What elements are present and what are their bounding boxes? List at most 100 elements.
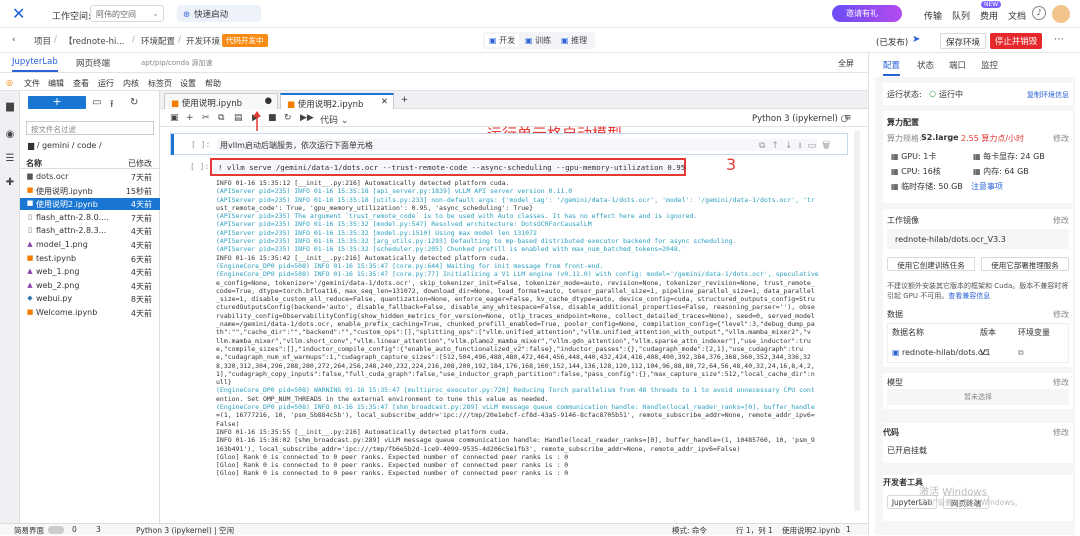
file-row[interactable]: ■ test.ipynb 6天前 (20, 253, 160, 265)
dataset-name[interactable]: rednote-hilab/dots.oc (902, 348, 987, 357)
output-line: e,"cudagraph_num_of_warmups":1,"cudagrap… (216, 353, 811, 362)
file-row[interactable]: ▲ web_1.png 4天前 (20, 266, 160, 278)
tab-status[interactable]: 状态 (917, 59, 934, 71)
tab-config[interactable]: 配置 (883, 59, 901, 76)
menu-edit[interactable]: 编辑 (48, 78, 64, 89)
deploy-infer-button[interactable]: 使用它部署推理服务 (981, 257, 1069, 271)
nav-queue[interactable]: 队列 (952, 9, 970, 22)
mem-info-label: 内存: 64 GB (983, 167, 1029, 176)
fullscreen-button[interactable]: 全屏 (838, 58, 854, 69)
cursor-position[interactable]: 行 1，列 1 (736, 525, 773, 536)
menu-settings[interactable]: 设置 (180, 78, 196, 89)
mirror-link[interactable]: apt/pip/conda 源加速 (141, 58, 213, 68)
nav-billing[interactable]: 费用 (980, 9, 998, 22)
infer-icon: ▣ (561, 36, 569, 45)
crumb-project[interactable]: 项目 (34, 35, 51, 47)
cpu-info-label: CPU: 16核 (901, 167, 941, 176)
new-folder-icon[interactable]: ▭ (92, 97, 101, 108)
crumb-rednote[interactable]: 【rednote-hi... (64, 35, 125, 47)
crumb-env-config[interactable]: 环境配置 (141, 35, 175, 47)
mode-train[interactable]: ▣ 训练 (521, 34, 555, 47)
upload-icon[interactable]: ⭱ (110, 97, 114, 114)
notification-count[interactable]: 1 (846, 525, 851, 534)
file-row[interactable]: ▲ model_1.png 4天前 (20, 239, 160, 251)
menu-help[interactable]: 帮助 (205, 78, 221, 89)
app-logo-icon[interactable]: ✕ (12, 6, 30, 22)
cell-source[interactable]: 用vllm启动后端服务，依次运行下面单元格 (217, 139, 817, 151)
kernel-status[interactable]: Python 3 (ipykernel) | 空闲 (136, 525, 234, 536)
menu-kernel[interactable]: 内核 (123, 78, 139, 89)
commands-icon[interactable]: ☰ (4, 153, 16, 165)
menu-file[interactable]: 文件 (24, 78, 40, 89)
tab-ports[interactable]: 端口 (949, 59, 966, 71)
running-icon[interactable]: ◉ (4, 129, 16, 141)
nav-docs[interactable]: 文档 (1008, 9, 1026, 22)
file-row[interactable]: ■ 使用说明2.ipynb 4天前 (20, 198, 160, 211)
mode-dev[interactable]: ▣ 开发 (485, 34, 520, 47)
back-icon[interactable]: ‹ (12, 35, 15, 45)
file-row[interactable]: ▯ flash_attn-2.8.3... 4天前 (20, 225, 160, 237)
menu-view[interactable]: 查看 (73, 78, 89, 89)
modify-compute-link[interactable]: 修改 (1053, 133, 1069, 144)
compat-info-link[interactable]: 查看兼容信息 (948, 292, 990, 300)
tab-web-terminal[interactable]: 网页终端 (76, 57, 110, 69)
copy-icon[interactable]: ⧉ (1018, 348, 1024, 358)
image-icon: ▲ (27, 240, 33, 248)
new-launcher-button[interactable]: + (28, 96, 86, 109)
terminals-count[interactable]: 0 (72, 525, 77, 534)
folder-icon: ▆ (27, 172, 33, 180)
code-command[interactable]: ! vllm serve /gemini/data-1/dots.ocr --t… (218, 163, 685, 172)
tab-notebook-2[interactable]: ■ 使用说明2.ipynb ✕ (280, 93, 394, 110)
more-icon[interactable]: ⋯ (1054, 34, 1064, 45)
new-tab-button[interactable]: + (398, 93, 414, 109)
tab-jupyterlab[interactable]: JupyterLab (12, 57, 58, 72)
workspace-select[interactable]: 阿伟的空间 ⌄ (90, 5, 164, 22)
chip-icon: ▦ (973, 167, 984, 176)
menu-run[interactable]: 运行 (98, 78, 114, 89)
nav-transfer[interactable]: 传输 (924, 9, 942, 22)
modify-data-link[interactable]: 修改 (1053, 309, 1069, 320)
kernels-count[interactable]: 3 (96, 525, 101, 534)
close-icon[interactable]: ✕ (381, 97, 388, 107)
stop-destroy-button[interactable]: 停止并销毁 (990, 33, 1042, 49)
create-train-button[interactable]: 使用它创建训练任务 (887, 257, 975, 271)
cell-toolbar[interactable]: ⧉↑↓⭳▭🗑 (759, 138, 836, 154)
code-status: 已开启挂载 (887, 446, 927, 455)
col-data-name: 数据名称 (892, 328, 924, 337)
markdown-cell[interactable]: [ ]: 用vllm启动后端服务，依次运行下面单元格 ⧉↑↓⭳▭🗑 (170, 133, 848, 155)
invite-button[interactable]: 邀请有礼 (832, 5, 902, 22)
file-row[interactable]: ■ 使用说明.ipynb 15秒前 (20, 185, 160, 197)
extension-icon[interactable]: ✚ (4, 177, 16, 189)
unsaved-dot-icon[interactable]: ● (265, 96, 272, 106)
folder-icon[interactable]: ▆ (4, 101, 16, 113)
dev-tools-title: 开发者工具 (883, 478, 923, 487)
simple-mode-toggle[interactable] (48, 526, 64, 534)
save-env-button[interactable]: 保存环境 (940, 33, 986, 49)
file-row[interactable]: ▯ flash_attn-2.8.0.... 7天前 (20, 212, 160, 224)
modify-image-link[interactable]: 修改 (1053, 215, 1069, 226)
bell-icon[interactable]: ♪ (1032, 6, 1046, 20)
quick-start-button[interactable]: ⊛ 快速启动 (177, 5, 261, 22)
mode-infer[interactable]: ▣ 推理 (557, 34, 591, 47)
file-row[interactable]: ◆ webui.py 8天前 (20, 293, 160, 305)
avatar[interactable] (1052, 5, 1070, 23)
modify-model-link[interactable]: 修改 (1053, 377, 1069, 388)
file-row[interactable]: ▆ dots.ocr 7天前 (20, 171, 160, 183)
file-row[interactable]: ■ Welcome.ipynb 4天前 (20, 307, 160, 319)
code-cell[interactable]: ! vllm serve /gemini/data-1/dots.ocr --t… (210, 158, 686, 176)
file-icon: ▯ (28, 226, 32, 235)
file-row[interactable]: ▲ web_2.png 4天前 (20, 280, 160, 292)
copy-env-link[interactable]: 复制环境信息 (1027, 90, 1069, 100)
tab-monitor[interactable]: 监控 (981, 59, 998, 71)
modify-code-link[interactable]: 修改 (1053, 427, 1069, 438)
refresh-icon[interactable]: ↻ (130, 97, 138, 108)
output-line: (APIServer pid=235) INFO 01-16 15:35:18 … (216, 195, 815, 204)
file-filter-input[interactable]: 按文件名过滤 (26, 121, 154, 135)
col-modified[interactable]: 已修改 (128, 158, 152, 169)
notes-link[interactable]: 注意事项 (971, 181, 1003, 192)
scrollbar[interactable] (854, 131, 860, 511)
col-name[interactable]: 名称 (26, 158, 42, 169)
tab-notebook-1[interactable]: ■ 使用说明.ipynb ● (164, 93, 278, 109)
send-icon[interactable]: ➤ (912, 34, 930, 48)
menu-tabs[interactable]: 标签页 (148, 78, 172, 89)
